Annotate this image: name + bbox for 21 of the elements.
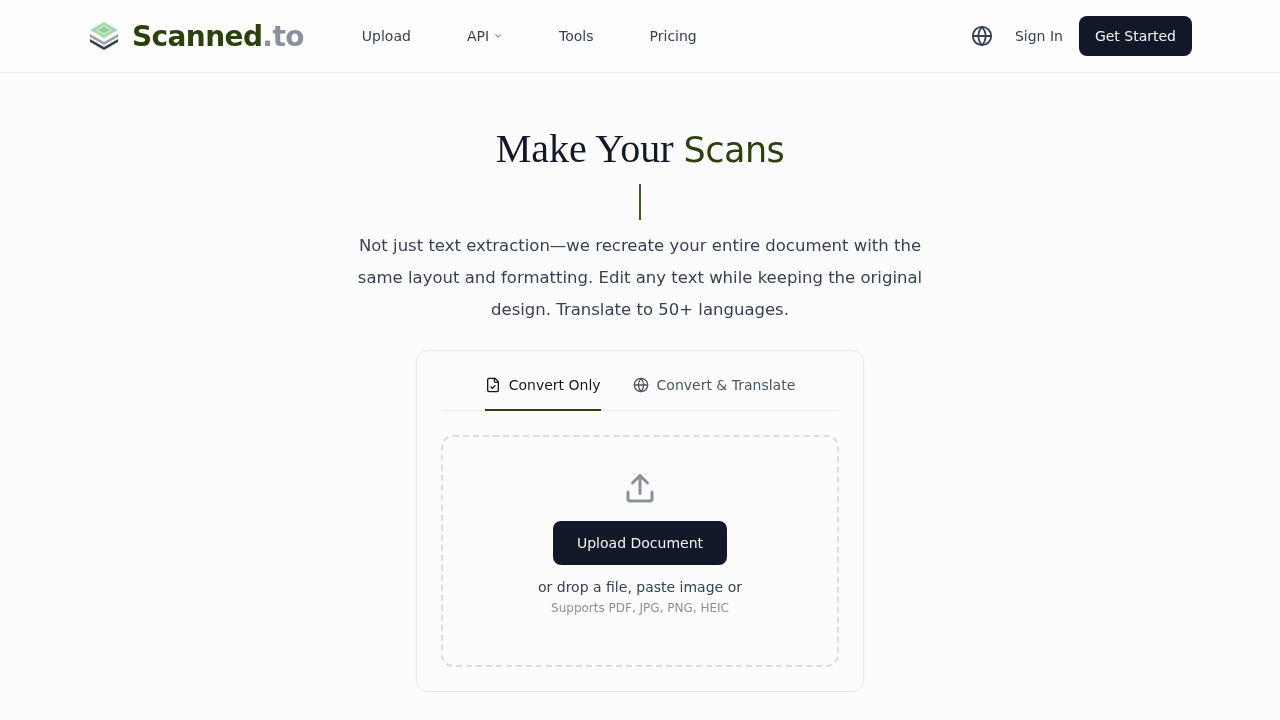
supported-formats: Supports PDF, JPG, PNG, HEIC xyxy=(551,601,729,615)
drop-hint: or drop a file, paste image or xyxy=(538,579,742,595)
text-cursor xyxy=(639,184,641,220)
drop-zone[interactable]: Upload Document or drop a file, paste image or Supports PDF, JPG, PNG, HEIC xyxy=(441,435,839,667)
globe-icon[interactable] xyxy=(970,25,993,47)
sign-in-link[interactable]: Sign In xyxy=(1014,20,1063,52)
file-check-icon xyxy=(484,377,501,393)
upload-document-button[interactable]: Upload Document xyxy=(552,521,727,565)
layers-logo-icon xyxy=(88,21,120,51)
nav-dropdown[interactable]: API xyxy=(458,20,512,52)
globe-icon xyxy=(632,377,649,393)
mode-tab[interactable]: Convert Only xyxy=(484,351,601,411)
hero-description: Not just text extraction—we recreate your entire document with the same layout and formatting. Edit any text while keeping the original design. Translate to 50+ languages. xyxy=(356,235,924,321)
logo-wordmark[interactable]: Scanned.to xyxy=(132,19,304,53)
chevron-down-icon xyxy=(493,31,504,41)
nav-link[interactable]: Upload xyxy=(353,20,419,52)
nav-link[interactable]: Pricing xyxy=(641,20,705,52)
nav-link[interactable]: Tools xyxy=(551,20,602,52)
mode-tab[interactable]: Convert & Translate xyxy=(632,351,796,411)
get-started-button[interactable]: Get Started xyxy=(1078,16,1192,56)
hero-title: Make Your Scans xyxy=(495,125,785,173)
